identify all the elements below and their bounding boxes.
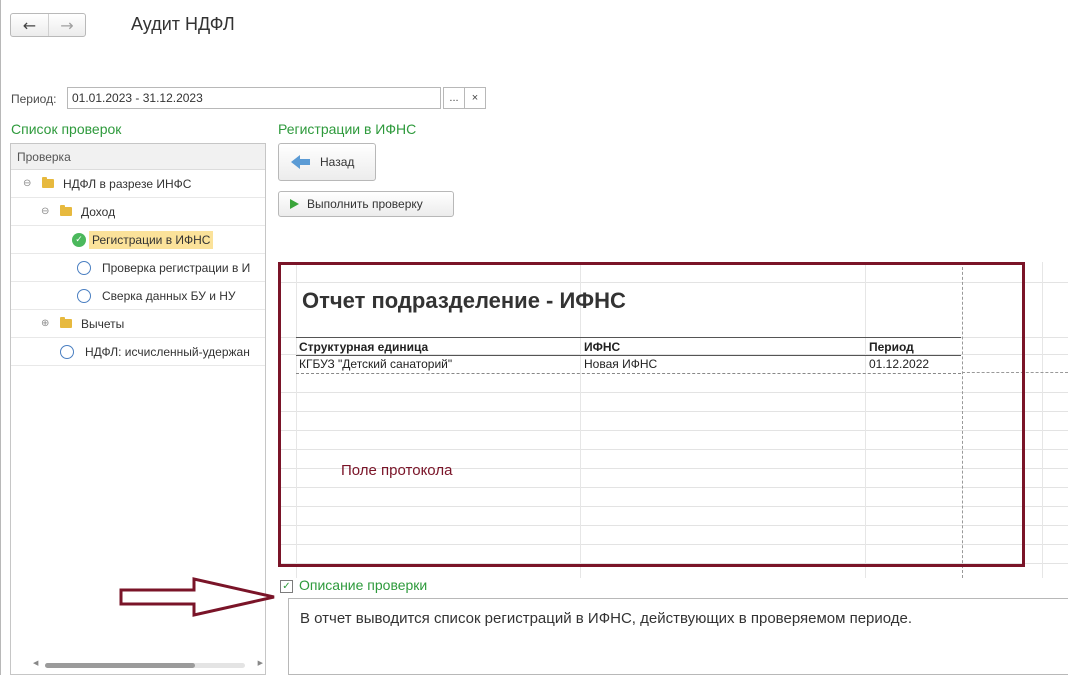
- folder-icon: [60, 205, 72, 216]
- annotation-protocol-field-label: Поле протокола: [341, 462, 453, 479]
- period-clear-button[interactable]: ×: [464, 87, 486, 109]
- check-pending-icon: [77, 289, 91, 303]
- tree-item-label: Вычеты: [81, 317, 125, 331]
- period-input[interactable]: 01.01.2023 - 31.12.2023: [67, 87, 441, 109]
- tree-item-label: Регистрации в ИФНС: [89, 231, 214, 249]
- collapse-icon[interactable]: ⊖: [23, 178, 31, 189]
- period-label: Период:: [11, 92, 57, 106]
- horizontal-scrollbar[interactable]: ◀ ▶: [33, 659, 263, 669]
- grid-line: [1042, 262, 1043, 578]
- forward-arrow-icon[interactable]: →: [48, 14, 85, 36]
- tree-item-ndfl-calculated-withheld[interactable]: НДФЛ: исчисленный-удержан: [11, 338, 265, 366]
- scroll-thumb[interactable]: [45, 663, 195, 668]
- tree-item-label: Сверка данных БУ и НУ: [102, 289, 236, 303]
- scroll-left-icon[interactable]: ◀: [33, 659, 38, 667]
- folder-icon: [42, 177, 54, 188]
- tree-item-ifns-registrations[interactable]: ✓ Регистрации в ИФНС: [11, 226, 265, 254]
- back-arrow-icon[interactable]: ←: [11, 14, 48, 36]
- play-icon: [290, 199, 299, 209]
- tree-item-deductions[interactable]: ⊕ Вычеты: [11, 310, 265, 338]
- detail-title: Регистрации в ИФНС: [278, 121, 417, 137]
- tree-item-registration-check[interactable]: Проверка регистрации в И: [11, 254, 265, 282]
- check-pending-icon: [60, 345, 74, 359]
- tree-item-label: НДФЛ в разрезе ИНФС: [63, 177, 192, 191]
- back-button[interactable]: Назад: [278, 143, 376, 181]
- tree-item-label: НДФЛ: исчисленный-удержан: [85, 345, 250, 359]
- annotation-highlight-box: [278, 262, 1025, 567]
- description-collapse-icon[interactable]: ✓: [280, 580, 293, 593]
- page-title: Аудит НДФЛ: [131, 14, 235, 34]
- checks-list-title: Список проверок: [11, 121, 122, 137]
- scroll-right-icon[interactable]: ▶: [258, 659, 263, 667]
- tree-item-label: Доход: [81, 205, 116, 219]
- tree-column-header: Проверка: [11, 144, 265, 170]
- collapse-icon[interactable]: ⊖: [41, 206, 49, 217]
- period-select-button[interactable]: ...: [443, 87, 465, 109]
- description-text: В отчет выводится список регистраций в И…: [288, 598, 1068, 675]
- run-check-button[interactable]: Выполнить проверку: [278, 191, 454, 217]
- check-pending-icon: [77, 261, 91, 275]
- tree-item-bu-nu-reconciliation[interactable]: Сверка данных БУ и НУ: [11, 282, 265, 310]
- description-title[interactable]: Описание проверки: [299, 577, 427, 593]
- folder-icon: [60, 317, 72, 328]
- tree-item-label: Проверка регистрации в И: [102, 261, 251, 275]
- back-button-label: Назад: [320, 155, 355, 169]
- back-arrow-icon: [291, 155, 310, 169]
- expand-icon[interactable]: ⊕: [41, 318, 49, 329]
- annotation-arrow-icon: [119, 577, 275, 617]
- check-passed-icon: ✓: [72, 233, 86, 247]
- run-check-label: Выполнить проверку: [307, 197, 423, 211]
- tree-item-ndfl-ifns[interactable]: ⊖ НДФЛ в разрезе ИНФС: [11, 170, 265, 198]
- navigation-buttons: ← →: [10, 13, 86, 37]
- tree-item-income[interactable]: ⊖ Доход: [11, 198, 265, 226]
